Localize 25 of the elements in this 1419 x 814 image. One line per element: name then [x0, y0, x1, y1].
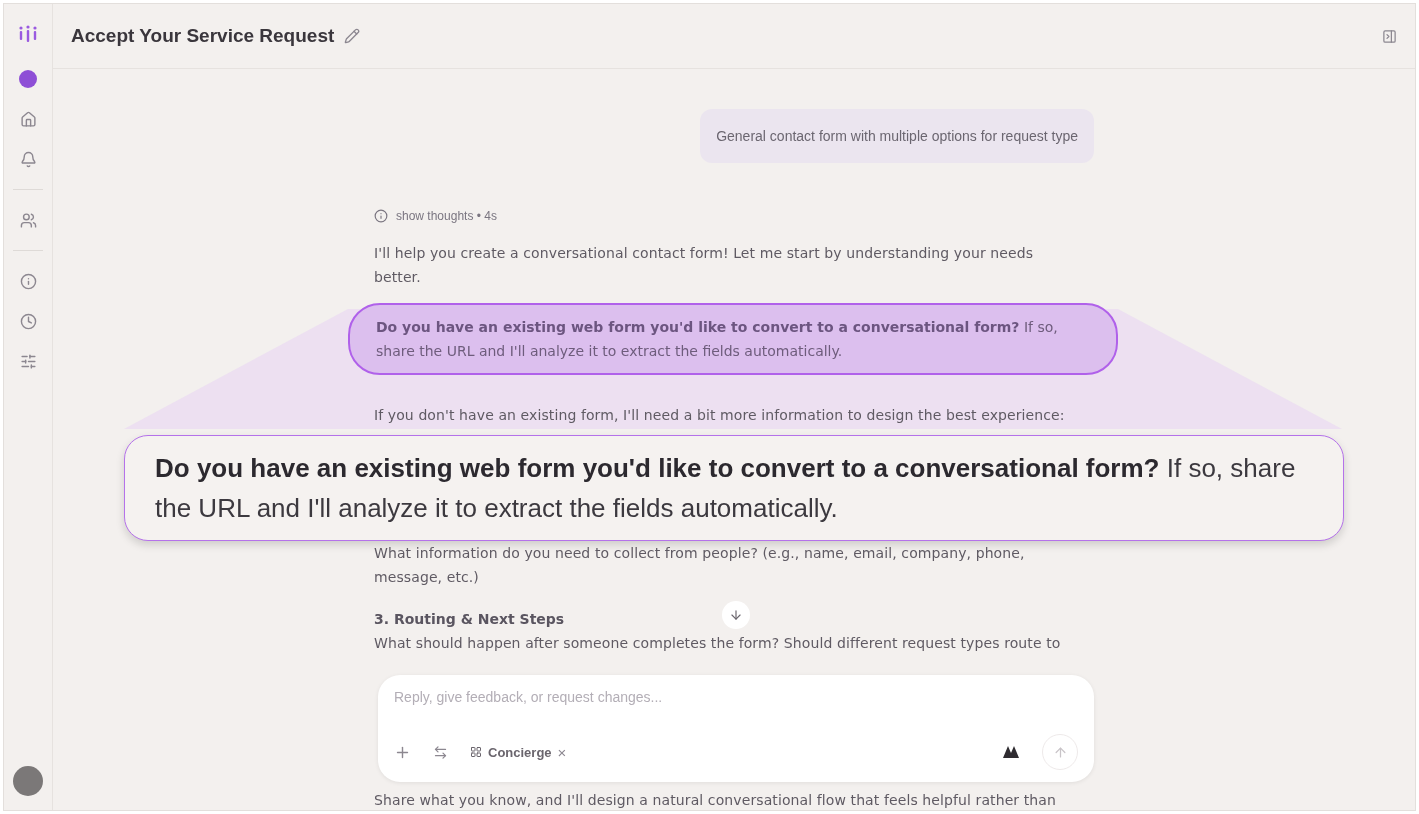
model-icon[interactable]	[1002, 745, 1020, 759]
concierge-chip[interactable]: Concierge	[470, 744, 552, 760]
zoomed-callout: Do you have an existing web form you'd like to convert to a conversational form? If so, share the URL and I'll analyze it to extract the fields automatically.	[124, 435, 1344, 541]
reply-input[interactable]: Reply, give feedback, or request changes...	[394, 689, 1078, 705]
pencil-icon[interactable]	[344, 28, 361, 44]
status-dot[interactable]	[19, 70, 37, 88]
section-heading: 3. Routing & Next Steps	[374, 610, 565, 629]
logo-icon	[18, 24, 38, 44]
grid-icon	[470, 746, 482, 758]
assistant-paragraph: I'll help you create a conversational contact form! Let me start by understanding your needs better.	[374, 244, 1035, 287]
assistant-paragraph: What information do you need to collect from people? (e.g., name, email, company, phone, message, etc.)	[374, 544, 1026, 587]
show-thoughts-toggle[interactable]: show thoughts • 4s	[374, 209, 1094, 223]
page-title: Accept Your Service Request	[71, 25, 335, 47]
assistant-paragraph: What should happen after someone completes the form? Should different request types route to	[374, 634, 1062, 653]
user-message: General contact form with multiple options for request type	[700, 109, 1094, 163]
assistant-paragraph: If you don't have an existing form, I'll need a bit more information to design the best experience:	[374, 406, 1066, 425]
highlighted-paragraph: Do you have an existing web form you'd like to convert to a conversational form? If so, share the URL and I'll analyze it to extract the fields automatically.	[348, 303, 1118, 375]
info-icon	[374, 209, 388, 223]
assistant-paragraph: Share what you know, and I'll design a natural conversational flow that feels helpful rather than	[374, 793, 1057, 807]
scroll-down-button[interactable]	[722, 601, 750, 629]
swap-icon[interactable]	[433, 744, 448, 760]
avatar[interactable]	[13, 766, 43, 796]
arrow-down-icon	[729, 608, 743, 622]
panel-collapse-icon[interactable]	[1382, 28, 1397, 44]
chip-close-button[interactable]: ×	[557, 743, 567, 761]
